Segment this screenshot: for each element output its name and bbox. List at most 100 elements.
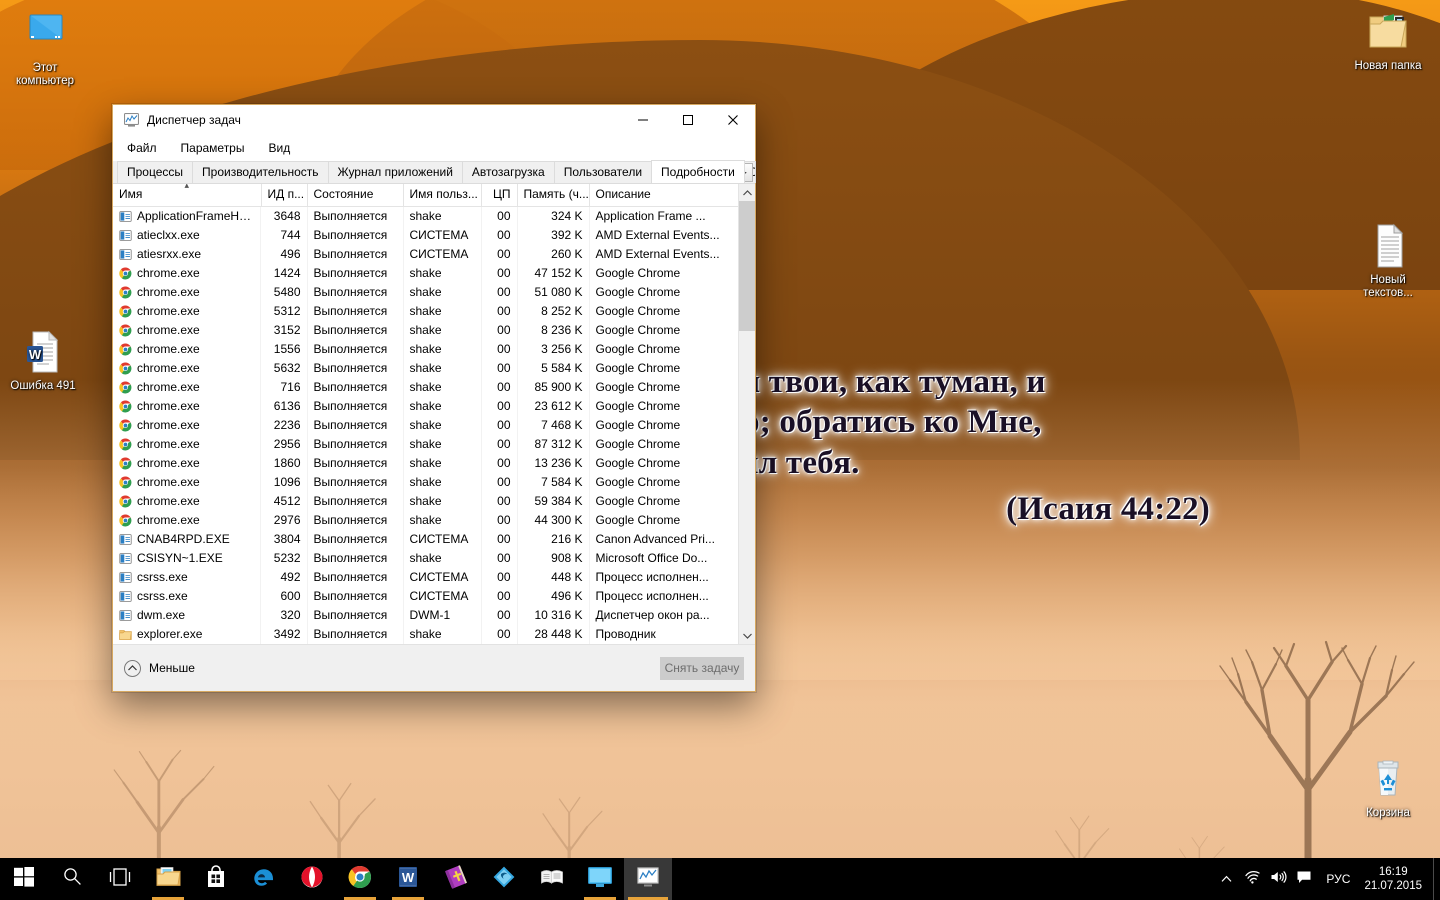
table-row[interactable]: explorer.exe 3492 Выполняется shake 00 28 448… xyxy=(113,624,738,644)
network-button[interactable] xyxy=(1239,858,1265,900)
column-header-username[interactable]: Имя польз... xyxy=(403,184,482,207)
scroll-down-arrow-icon[interactable] xyxy=(739,627,755,644)
table-row[interactable]: chrome.exe 6136 Выполняется shake 00 23 612 K… xyxy=(113,396,738,416)
table-row[interactable]: chrome.exe 1556 Выполняется shake 00 3 256 KG… xyxy=(113,339,738,359)
taskbar-item-notes-app[interactable] xyxy=(528,858,576,900)
app-generic-icon xyxy=(119,609,132,622)
app-generic-icon xyxy=(119,571,132,584)
vertical-scrollbar[interactable] xyxy=(738,184,755,644)
table-row[interactable]: chrome.exe 1860 Выполняется shake 00 13 236 K… xyxy=(113,453,738,473)
taskbar-item-edge[interactable] xyxy=(240,858,288,900)
menu-item-options[interactable]: Параметры xyxy=(179,139,247,157)
column-header-status[interactable]: Состояние xyxy=(307,184,404,207)
language-indicator[interactable]: РУС xyxy=(1317,858,1359,900)
volume-button[interactable] xyxy=(1265,858,1291,900)
desktop-icon-recycle-bin[interactable]: Корзина xyxy=(1345,755,1431,820)
recycle-bin-icon xyxy=(1345,755,1431,805)
table-row[interactable]: atiesrxx.exe 496 Выполняется СИСТЕМА 00 260 K… xyxy=(113,244,738,264)
table-row[interactable]: chrome.exe 1424 Выполняется shake 00 47 152 K… xyxy=(113,263,738,283)
cell-username: DWM-1 xyxy=(403,605,482,625)
desktop-icon-this-pc[interactable]: Этот компьютер xyxy=(2,10,88,88)
process-name-label: chrome.exe xyxy=(137,379,200,394)
tab-startup[interactable]: Автозагрузка xyxy=(461,161,555,183)
taskbar-item-word[interactable]: W xyxy=(384,858,432,900)
show-hidden-icons-button[interactable] xyxy=(1213,858,1239,900)
taskbar-item-chrome[interactable] xyxy=(336,858,384,900)
tab-strip[interactable]: Процессы Производительность Журнал прило… xyxy=(113,160,756,184)
column-header-description[interactable]: Описание xyxy=(589,184,738,207)
maximize-button[interactable] xyxy=(665,105,710,135)
cell-username: shake xyxy=(403,472,482,492)
table-row[interactable]: csrss.exe 492 Выполняется СИСТЕМА 00 448 K Про… xyxy=(113,567,738,587)
tab-details[interactable]: Подробности xyxy=(651,160,745,183)
column-header-name[interactable]: Имя xyxy=(113,184,262,207)
table-row[interactable]: chrome.exe 3152 Выполняется shake 00 8 236 KG… xyxy=(113,320,738,340)
tab-app-history[interactable]: Журнал приложений xyxy=(327,161,463,183)
table-row[interactable]: chrome.exe 1096 Выполняется shake 00 7 584 KG… xyxy=(113,472,738,492)
table-row[interactable]: chrome.exe 716 Выполняется shake 00 85 900 KG… xyxy=(113,377,738,397)
taskbar[interactable]: W РУС 16:19 21.07.2015 xyxy=(0,858,1440,900)
table-row[interactable]: chrome.exe 5312 Выполняется shake 00 8 252 KG… xyxy=(113,301,738,321)
table-row[interactable]: chrome.exe 5480 Выполняется shake 00 51 080 K… xyxy=(113,282,738,302)
tab-users[interactable]: Пользователи xyxy=(553,161,653,183)
taskbar-item-remote-desktop[interactable] xyxy=(576,858,624,900)
desktop-icon-new-text-document[interactable]: Новый текстов... xyxy=(1345,222,1431,300)
scrollbar-thumb[interactable] xyxy=(739,201,755,331)
taskbar-item-store[interactable] xyxy=(192,858,240,900)
process-table[interactable]: Имя ИД п... Состояние Имя польз... ЦП Па… xyxy=(113,184,738,644)
cell-memory: 324 K xyxy=(517,206,590,226)
menu-item-view[interactable]: Вид xyxy=(266,139,292,157)
menu-bar[interactable]: Файл Параметры Вид xyxy=(113,135,755,161)
process-table-body[interactable]: ApplicationFrameHo... 3648 Выполняется shak… xyxy=(113,206,738,644)
column-header-pid[interactable]: ИД п... xyxy=(261,184,308,207)
desktop-icon-new-folder[interactable]: Новая папка xyxy=(1345,8,1431,73)
action-center-button[interactable] xyxy=(1291,858,1317,900)
table-row[interactable]: chrome.exe 4512 Выполняется shake 00 59 384 K… xyxy=(113,491,738,511)
table-row[interactable]: atieclxx.exe 744 Выполняется СИСТЕМА 00 392 K… xyxy=(113,225,738,245)
window-footer[interactable]: Меньше Снять задачу xyxy=(113,644,755,691)
taskbar-item-bible[interactable] xyxy=(432,858,480,900)
desktop[interactable]: …беззакония твои, как туман, и …как обла… xyxy=(0,0,1440,900)
table-row[interactable]: chrome.exe 2236 Выполняется shake 00 7 468 KG… xyxy=(113,415,738,435)
end-task-button[interactable]: Снять задачу xyxy=(660,656,744,680)
show-desktop-button[interactable] xyxy=(1433,858,1440,900)
table-row[interactable]: chrome.exe 2956 Выполняется shake 00 87 312 K… xyxy=(113,434,738,454)
table-row[interactable]: chrome.exe 5632 Выполняется shake 00 5 584 KG… xyxy=(113,358,738,378)
minimize-button[interactable] xyxy=(620,105,665,135)
cell-description: Процесс исполнен... xyxy=(589,586,738,606)
task-manager-window[interactable]: Диспетчер задач Файл Параметры Вид Проце… xyxy=(112,104,756,692)
table-row[interactable]: csrss.exe 600 Выполняется СИСТЕМА 00 496 K Про… xyxy=(113,586,738,606)
cell-pid: 1860 xyxy=(261,453,308,473)
cell-cpu: 00 xyxy=(481,301,518,321)
table-row[interactable]: CNAB4RPD.EXE 3804 Выполняется СИСТЕМА 00 216 … xyxy=(113,529,738,549)
table-row[interactable]: dwm.exe 320 Выполняется DWM-1 00 10 316 K Дисп… xyxy=(113,605,738,625)
window-controls[interactable] xyxy=(620,105,755,135)
menu-item-file[interactable]: Файл xyxy=(125,139,159,157)
table-row[interactable]: chrome.exe 2976 Выполняется shake 00 44 300 K… xyxy=(113,510,738,530)
tab-performance[interactable]: Производительность xyxy=(192,161,329,183)
taskbar-item-diamond-app[interactable] xyxy=(480,858,528,900)
tab-processes[interactable]: Процессы xyxy=(117,161,194,183)
system-tray[interactable]: РУС 16:19 21.07.2015 xyxy=(1213,858,1440,900)
table-header-row[interactable]: Имя ИД п... Состояние Имя польз... ЦП Па… xyxy=(113,184,738,207)
scroll-up-arrow-icon[interactable] xyxy=(739,184,755,201)
close-button[interactable] xyxy=(710,105,755,135)
scrollbar-track[interactable] xyxy=(739,201,755,627)
column-header-cpu[interactable]: ЦП xyxy=(481,184,518,207)
task-view-button[interactable] xyxy=(96,858,144,900)
table-row[interactable]: ApplicationFrameHo... 3648 Выполняется shak… xyxy=(113,206,738,226)
desktop-icon-word-document[interactable]: W Ошибка 491 xyxy=(0,328,86,393)
taskbar-item-task-manager[interactable] xyxy=(624,858,672,900)
table-row[interactable]: CSISYN~1.EXE 5232 Выполняется shake 00 908 KM… xyxy=(113,548,738,568)
window-title-bar[interactable]: Диспетчер задач xyxy=(113,105,755,135)
cell-cpu: 00 xyxy=(481,415,518,435)
taskbar-item-file-explorer[interactable] xyxy=(144,858,192,900)
process-list-area[interactable]: Имя ИД п... Состояние Имя польз... ЦП Па… xyxy=(113,184,755,644)
start-button[interactable] xyxy=(0,858,48,900)
fewer-details-button[interactable]: Меньше xyxy=(124,659,195,677)
cell-memory: 87 312 K xyxy=(517,434,590,454)
taskbar-item-yandex-browser[interactable] xyxy=(288,858,336,900)
column-header-memory[interactable]: Память (ч... xyxy=(517,184,590,207)
search-button[interactable] xyxy=(48,858,96,900)
clock[interactable]: 16:19 21.07.2015 xyxy=(1359,858,1433,900)
